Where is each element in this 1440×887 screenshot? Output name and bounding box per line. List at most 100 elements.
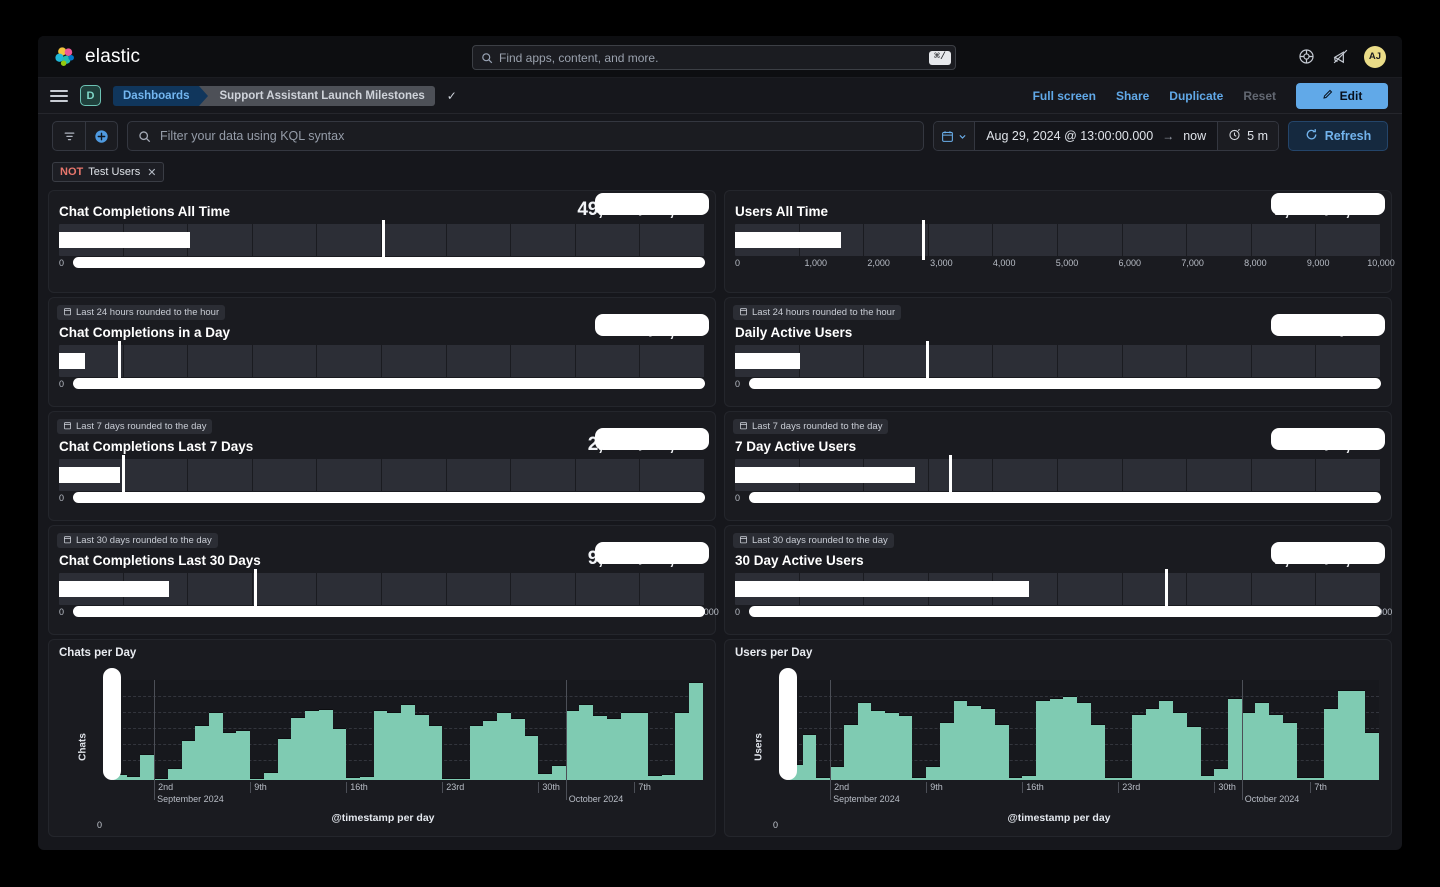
gauge-goal-marker <box>254 569 258 609</box>
bar <box>277 738 292 780</box>
panel-context-text: Last 24 hours rounded to the hour <box>752 307 896 318</box>
bar <box>524 735 539 780</box>
time-range-display[interactable]: Aug 29, 2024 @ 13:00:00.000 → now <box>975 122 1218 150</box>
gauge-axis: 0 <box>735 378 1381 395</box>
date-picker-toggle[interactable] <box>934 122 976 150</box>
bar <box>606 718 621 780</box>
global-search-input[interactable] <box>499 50 929 65</box>
bar-chart-panel[interactable]: Users per Day Users 0 2nd 9th 16th 23rd 30th… <box>724 639 1392 837</box>
help-icon[interactable] <box>1296 47 1316 67</box>
gauge-track <box>59 341 705 381</box>
bar <box>387 712 402 780</box>
add-filter-icon[interactable] <box>85 122 117 150</box>
space-avatar[interactable]: D <box>80 85 101 106</box>
gauge-bar <box>59 232 191 248</box>
bar <box>1022 775 1036 780</box>
redaction-block <box>1271 428 1385 450</box>
bar <box>126 776 141 780</box>
gauge-axis: 0 5,00010,00015,00020,00025,00030,00035,… <box>59 606 719 623</box>
pencil-icon <box>1322 88 1334 103</box>
bar <box>222 732 237 780</box>
panel-context-label: Last 30 days rounded to the day <box>57 533 218 548</box>
gauge-track <box>59 569 705 609</box>
x-axis-month-label: September 2024 <box>833 794 900 804</box>
full-screen-button[interactable]: Full screen <box>1033 89 1096 103</box>
bar-chart-panel[interactable]: Chats per Day Chats 0 2nd 9th 16th 23rd 30th… <box>48 639 716 837</box>
redaction-block <box>595 428 709 450</box>
bar <box>154 778 168 780</box>
redaction-block <box>595 314 709 336</box>
elastic-brand[interactable]: elastic <box>54 46 140 68</box>
redaction-block <box>595 193 709 215</box>
kql-query-field[interactable] <box>127 121 925 151</box>
breadcrumb: Dashboards Support Assistant Launch Mile… <box>113 85 457 106</box>
calendar-icon <box>739 535 748 547</box>
bar <box>1324 708 1338 780</box>
bar <box>510 718 525 780</box>
panel-title: Chat Completions in a Day <box>59 325 231 340</box>
bar <box>620 712 635 780</box>
edit-button[interactable]: Edit <box>1296 82 1388 109</box>
bar <box>1337 690 1352 780</box>
gauge-panel[interactable]: Last 24 hours rounded to the hour Daily A… <box>724 297 1392 407</box>
panel-title: 30 Day Active Users <box>735 553 864 568</box>
redaction-block <box>595 542 709 564</box>
bar <box>1241 712 1256 780</box>
axis-tick: 6,000 <box>1118 258 1142 268</box>
filter-negate-label: NOT <box>60 166 84 178</box>
axis-tick: 0 <box>59 493 65 503</box>
gauge-panel[interactable]: Last 24 hours rounded to the hour Chat Co… <box>48 297 716 407</box>
bar <box>195 725 210 780</box>
bar <box>483 720 498 780</box>
x-axis-tick: 7th <box>634 782 651 793</box>
menu-icon[interactable] <box>50 89 68 102</box>
bar <box>1077 702 1091 780</box>
bar <box>689 682 703 780</box>
gauge-goal-marker <box>382 220 385 260</box>
duplicate-button[interactable]: Duplicate <box>1169 89 1223 103</box>
calendar-icon <box>63 535 72 547</box>
bar <box>816 777 831 780</box>
bar <box>1104 777 1119 780</box>
refresh-interval[interactable]: 5 m <box>1217 122 1278 150</box>
announcement-icon[interactable] <box>1330 47 1350 67</box>
share-button[interactable]: Share <box>1116 89 1149 103</box>
y-axis-label: Users <box>753 733 765 761</box>
gauge-panel[interactable]: Last 30 days rounded to the day 30 Day Ac… <box>724 525 1392 635</box>
x-axis: 2nd 9th 16th 23rd 30th 7th September 2024 Octob… <box>789 782 1379 812</box>
filter-pill-test-users[interactable]: NOT Test Users ✕ <box>52 162 165 182</box>
filter-menu-icon[interactable] <box>53 122 85 150</box>
gauge-panel[interactable]: Last 7 days rounded to the day 7 Day Acti… <box>724 411 1392 521</box>
y-axis-label: Chats <box>77 733 89 761</box>
bar <box>428 725 443 780</box>
refresh-button[interactable]: Refresh <box>1288 121 1388 151</box>
bar <box>250 778 264 780</box>
search-shortcut-badge: ⌘/ <box>928 50 951 65</box>
breadcrumb-item-current[interactable]: Support Assistant Launch Milestones <box>199 85 435 106</box>
bar <box>871 710 886 780</box>
gauge-panel[interactable]: Last 30 days rounded to the day Chat Comp… <box>48 525 719 635</box>
panel-context-label: Last 24 hours rounded to the hour <box>733 305 902 320</box>
breadcrumb-item-dashboards[interactable]: Dashboards <box>113 85 209 106</box>
panel-context-text: Last 30 days rounded to the day <box>752 535 888 546</box>
filter-pills: NOT Test Users ✕ <box>38 158 1402 186</box>
bar <box>1269 714 1283 780</box>
gauge-panel[interactable]: Last 7 days rounded to the day Chat Compl… <box>48 411 716 521</box>
bar <box>1282 722 1297 780</box>
x-axis-tick: 2nd <box>154 782 173 793</box>
panel-context-label: Last 7 days rounded to the day <box>57 419 213 434</box>
bar <box>994 724 1009 780</box>
global-search[interactable]: ⌘/ <box>472 45 956 70</box>
gauge-axis: 0 <box>59 492 705 509</box>
gauge-chart: 0 <box>735 341 1381 395</box>
axis-tick: 8,000 <box>1244 258 1267 268</box>
dashboard-actions: Full screen Share Duplicate Reset Edit <box>1033 82 1388 109</box>
close-icon[interactable]: ✕ <box>147 166 156 179</box>
x-axis-tick: 16th <box>346 782 368 793</box>
bar <box>579 704 594 780</box>
avatar[interactable]: AJ <box>1364 45 1386 68</box>
gauge-panel[interactable]: Users All Time1,637 / 3,000 0 1,0002,000… <box>724 190 1395 293</box>
kql-input[interactable] <box>160 129 914 143</box>
bar <box>802 734 817 780</box>
gauge-panel[interactable]: Chat Completions All Time49,347 / 25,000… <box>48 190 716 293</box>
